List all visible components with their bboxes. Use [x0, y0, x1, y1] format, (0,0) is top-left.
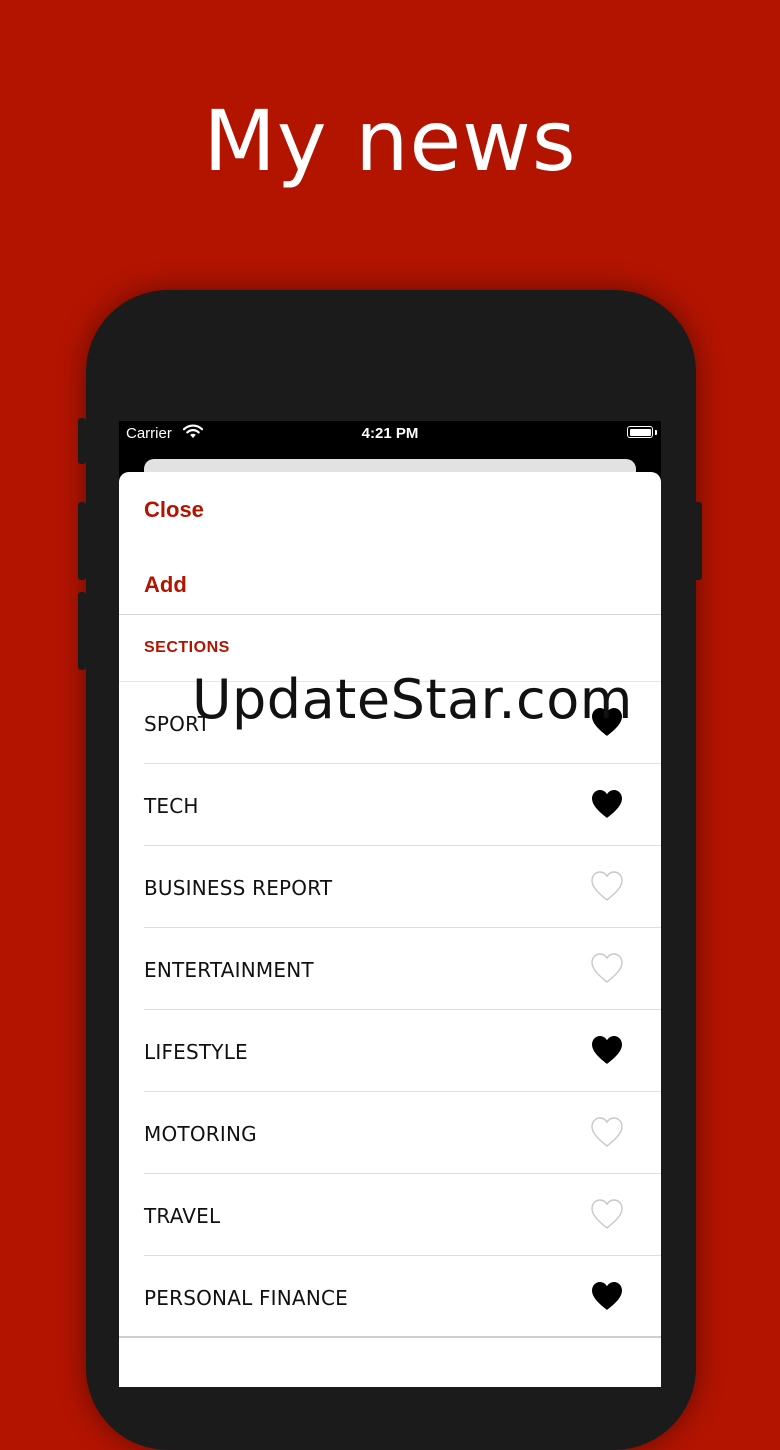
- list-item[interactable]: MOTORING: [119, 1092, 661, 1174]
- phone-screen: Carrier 4:21 PM Close Add SECTIONS SPORT…: [119, 421, 661, 1387]
- heart-filled-icon[interactable]: [589, 788, 625, 820]
- header-divider: [119, 614, 661, 615]
- list-item[interactable]: LIFESTYLE: [119, 1010, 661, 1092]
- phone-power-button: [694, 502, 702, 580]
- list-item[interactable]: BUSINESS REPORT: [119, 846, 661, 928]
- section-label: BUSINESS REPORT: [144, 876, 333, 900]
- heart-outline-icon[interactable]: [589, 870, 625, 902]
- heart-outline-icon[interactable]: [589, 1116, 625, 1148]
- list-item[interactable]: TRAVEL: [119, 1174, 661, 1256]
- status-time: 4:21 PM: [361, 425, 419, 442]
- phone-volume-down-button: [78, 592, 86, 670]
- add-button[interactable]: Add: [144, 572, 187, 598]
- section-label: ENTERTAINMENT: [144, 958, 314, 982]
- heart-outline-icon[interactable]: [589, 1198, 625, 1230]
- phone-silent-switch: [78, 418, 86, 464]
- status-bar: Carrier 4:21 PM: [119, 421, 661, 447]
- close-button[interactable]: Close: [144, 497, 204, 523]
- heart-filled-icon[interactable]: [589, 1034, 625, 1066]
- sections-header: SECTIONS: [144, 639, 230, 656]
- sections-list: SPORT TECH BUSINESS REPORT ENTERTAINMENT: [119, 682, 661, 1338]
- list-item[interactable]: ENTERTAINMENT: [119, 928, 661, 1010]
- phone-volume-up-button: [78, 502, 86, 580]
- sections-sheet: Close Add SECTIONS SPORT TECH BUSINESS R…: [119, 472, 661, 1387]
- watermark-text: UpdateStar.com: [192, 668, 633, 731]
- section-label: MOTORING: [144, 1122, 257, 1146]
- battery-cap: [655, 430, 657, 435]
- section-label: PERSONAL FINANCE: [144, 1286, 348, 1310]
- section-label: TRAVEL: [144, 1204, 221, 1228]
- list-item[interactable]: PERSONAL FINANCE: [119, 1256, 661, 1338]
- list-item[interactable]: TECH: [119, 764, 661, 846]
- promo-headline: My news: [203, 92, 577, 190]
- section-label: LIFESTYLE: [144, 1040, 248, 1064]
- section-label: TECH: [144, 794, 199, 818]
- heart-filled-icon[interactable]: [589, 1280, 625, 1312]
- heart-outline-icon[interactable]: [589, 952, 625, 984]
- battery-icon: [627, 426, 653, 438]
